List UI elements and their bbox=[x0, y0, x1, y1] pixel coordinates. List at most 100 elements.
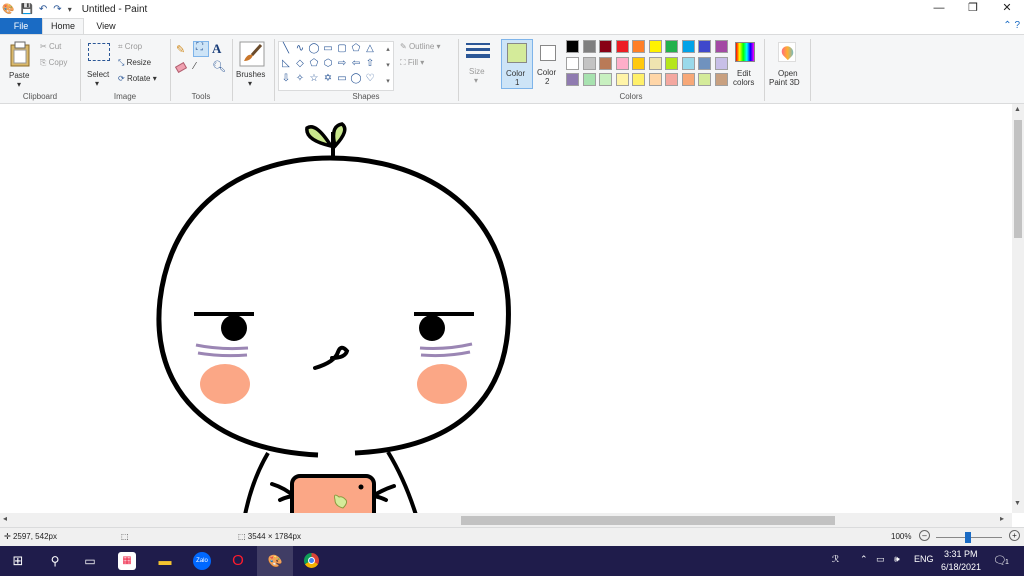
palette-swatch[interactable] bbox=[599, 56, 612, 70]
scroll-left-arrow[interactable]: ◂ bbox=[3, 514, 7, 523]
down-arrow-shape-icon[interactable]: ⇩ bbox=[279, 72, 293, 86]
callout-rect-shape-icon[interactable]: ▭ bbox=[335, 72, 349, 86]
crop-button[interactable]: ⌗ Crop bbox=[118, 42, 142, 52]
tab-view[interactable]: View bbox=[86, 18, 126, 34]
cut-button[interactable]: ✂ Cut bbox=[40, 42, 61, 51]
right-triangle-shape-icon[interactable]: ◺ bbox=[279, 57, 293, 71]
canvas-workspace[interactable] bbox=[0, 104, 1012, 513]
triangle-shape-icon[interactable]: △ bbox=[363, 42, 377, 56]
palette-swatch[interactable] bbox=[615, 73, 629, 86]
paint-app-icon[interactable]: 🎨 bbox=[2, 4, 14, 15]
battery-icon[interactable]: ▭ bbox=[876, 554, 885, 565]
close-button[interactable]: ✕ bbox=[990, 0, 1024, 18]
shapes-scroll[interactable]: ▴ ▾ ▾ bbox=[383, 42, 393, 90]
palette-swatch[interactable] bbox=[714, 56, 728, 70]
pentagon-shape-icon[interactable]: ⬠ bbox=[307, 57, 321, 71]
task-view-icon[interactable]: ▭ bbox=[81, 552, 99, 570]
polygon-shape-icon[interactable]: ⬠ bbox=[349, 42, 363, 56]
heart-shape-icon[interactable]: ♡ bbox=[363, 72, 377, 86]
curve-shape-icon[interactable]: ∿ bbox=[293, 42, 307, 56]
restore-button[interactable]: ❐ bbox=[956, 0, 990, 18]
up-arrow-shape-icon[interactable]: ⇧ bbox=[363, 57, 377, 71]
store-icon[interactable]: ▦ bbox=[118, 552, 136, 570]
palette-swatch[interactable] bbox=[632, 56, 645, 70]
hexagon-shape-icon[interactable]: ⬡ bbox=[321, 57, 335, 71]
five-point-star-shape-icon[interactable]: ☆ bbox=[307, 72, 321, 86]
palette-swatch[interactable] bbox=[714, 73, 728, 86]
palette-swatch[interactable] bbox=[681, 73, 695, 86]
palette-swatch[interactable] bbox=[681, 40, 695, 53]
redo-icon[interactable]: ↷ bbox=[53, 4, 61, 15]
palette-swatch[interactable] bbox=[582, 56, 596, 70]
palette-swatch[interactable] bbox=[582, 40, 596, 53]
zoom-out-button[interactable]: – bbox=[919, 530, 930, 541]
paste-button[interactable]: Paste ▾ bbox=[6, 39, 34, 89]
vertical-scrollbar[interactable]: ▲ ▼ bbox=[1012, 104, 1024, 513]
outline-button[interactable]: ✎ Outline ▾ bbox=[400, 42, 441, 51]
edit-colors-button[interactable]: Edit colors bbox=[730, 40, 760, 90]
save-icon[interactable]: 💾 bbox=[20, 4, 32, 15]
palette-swatch[interactable] bbox=[714, 40, 728, 53]
help-icon[interactable]: ⌃ ? bbox=[1003, 20, 1020, 31]
customize-quick-access-icon[interactable]: ▾ bbox=[68, 5, 72, 14]
brushes-button[interactable]: Brushes ▾ bbox=[236, 40, 268, 88]
rectangle-shape-icon[interactable]: ▭ bbox=[321, 42, 335, 56]
color1-button[interactable]: Color 1 bbox=[501, 39, 533, 89]
palette-swatch[interactable] bbox=[698, 40, 711, 53]
palette-swatch[interactable] bbox=[566, 56, 579, 70]
left-arrow-shape-icon[interactable]: ⇦ bbox=[349, 57, 363, 71]
tab-home[interactable]: Home bbox=[42, 18, 84, 35]
chrome-icon[interactable] bbox=[303, 552, 321, 570]
opera-icon[interactable]: O bbox=[229, 552, 247, 570]
eraser-tool[interactable] bbox=[174, 61, 190, 75]
palette-swatch[interactable] bbox=[566, 40, 579, 53]
diamond-shape-icon[interactable]: ◇ bbox=[293, 57, 307, 71]
palette-swatch[interactable] bbox=[698, 73, 711, 86]
size-button[interactable]: Size ▾ bbox=[462, 41, 494, 91]
palette-swatch[interactable] bbox=[698, 56, 711, 70]
shapes-gallery[interactable]: ╲ ∿ ◯ ▭ ▢ ⬠ △ ◺ ◇ ⬠ ⬡ ⇨ ⇦ ⇧ ⇩ ✧ ☆ ✡ ▭ ◯ … bbox=[278, 41, 394, 91]
show-hidden-icons-chevron[interactable]: ⌃ bbox=[860, 554, 868, 565]
palette-swatch[interactable] bbox=[599, 40, 612, 53]
clock-date[interactable]: 6/18/2021 bbox=[941, 562, 981, 572]
language-indicator[interactable]: ENG bbox=[914, 554, 934, 564]
open-paint3d-button[interactable]: Open Paint 3D bbox=[768, 40, 806, 90]
palette-swatch[interactable] bbox=[632, 40, 645, 53]
zoom-in-button[interactable]: + bbox=[1009, 530, 1020, 541]
rotate-button[interactable]: ⟳ Rotate ▾ bbox=[118, 74, 157, 83]
scroll-right-arrow[interactable]: ▸ bbox=[1000, 514, 1004, 523]
palette-swatch[interactable] bbox=[566, 73, 579, 86]
palette-swatch[interactable] bbox=[615, 56, 629, 70]
palette-swatch[interactable] bbox=[681, 56, 695, 70]
palette-swatch[interactable] bbox=[599, 73, 612, 86]
vertical-scroll-thumb[interactable] bbox=[1014, 120, 1022, 238]
six-point-star-shape-icon[interactable]: ✡ bbox=[321, 72, 335, 86]
windows-start-icon[interactable]: ⊞ bbox=[9, 552, 27, 570]
drawing-canvas[interactable] bbox=[0, 104, 1012, 513]
resize-button[interactable]: ⤡ Resize bbox=[118, 58, 151, 68]
palette-swatch[interactable] bbox=[665, 56, 678, 70]
text-tool[interactable]: A bbox=[212, 41, 226, 57]
palette-swatch[interactable] bbox=[665, 40, 678, 53]
horizontal-scrollbar[interactable]: ◂ ▸ bbox=[0, 513, 1012, 527]
palette-swatch[interactable] bbox=[648, 40, 662, 53]
rounded-rectangle-shape-icon[interactable]: ▢ bbox=[335, 42, 349, 56]
minimize-button[interactable]: — bbox=[922, 0, 956, 18]
palette-swatch[interactable] bbox=[665, 73, 678, 86]
paint-icon[interactable]: 🎨 bbox=[266, 552, 284, 570]
copy-button[interactable]: ⎘ Copy bbox=[40, 58, 67, 68]
palette-swatch[interactable] bbox=[615, 40, 629, 53]
palette-swatch[interactable] bbox=[632, 73, 645, 86]
oval-shape-icon[interactable]: ◯ bbox=[307, 42, 321, 56]
horizontal-scroll-thumb[interactable] bbox=[461, 516, 835, 525]
palette-swatch[interactable] bbox=[648, 73, 662, 86]
palette-swatch[interactable] bbox=[648, 56, 662, 70]
file-explorer-icon[interactable]: ▬ bbox=[156, 552, 174, 570]
right-arrow-shape-icon[interactable]: ⇨ bbox=[335, 57, 349, 71]
palette-swatch[interactable] bbox=[582, 73, 596, 86]
fill-button[interactable]: ⛶ Fill ▾ bbox=[400, 58, 424, 68]
undo-icon[interactable]: ↶ bbox=[39, 4, 47, 15]
tab-file[interactable]: File bbox=[0, 18, 42, 34]
select-button[interactable]: Select ▾ bbox=[86, 41, 112, 88]
scroll-down-arrow[interactable]: ▼ bbox=[1014, 500, 1021, 507]
